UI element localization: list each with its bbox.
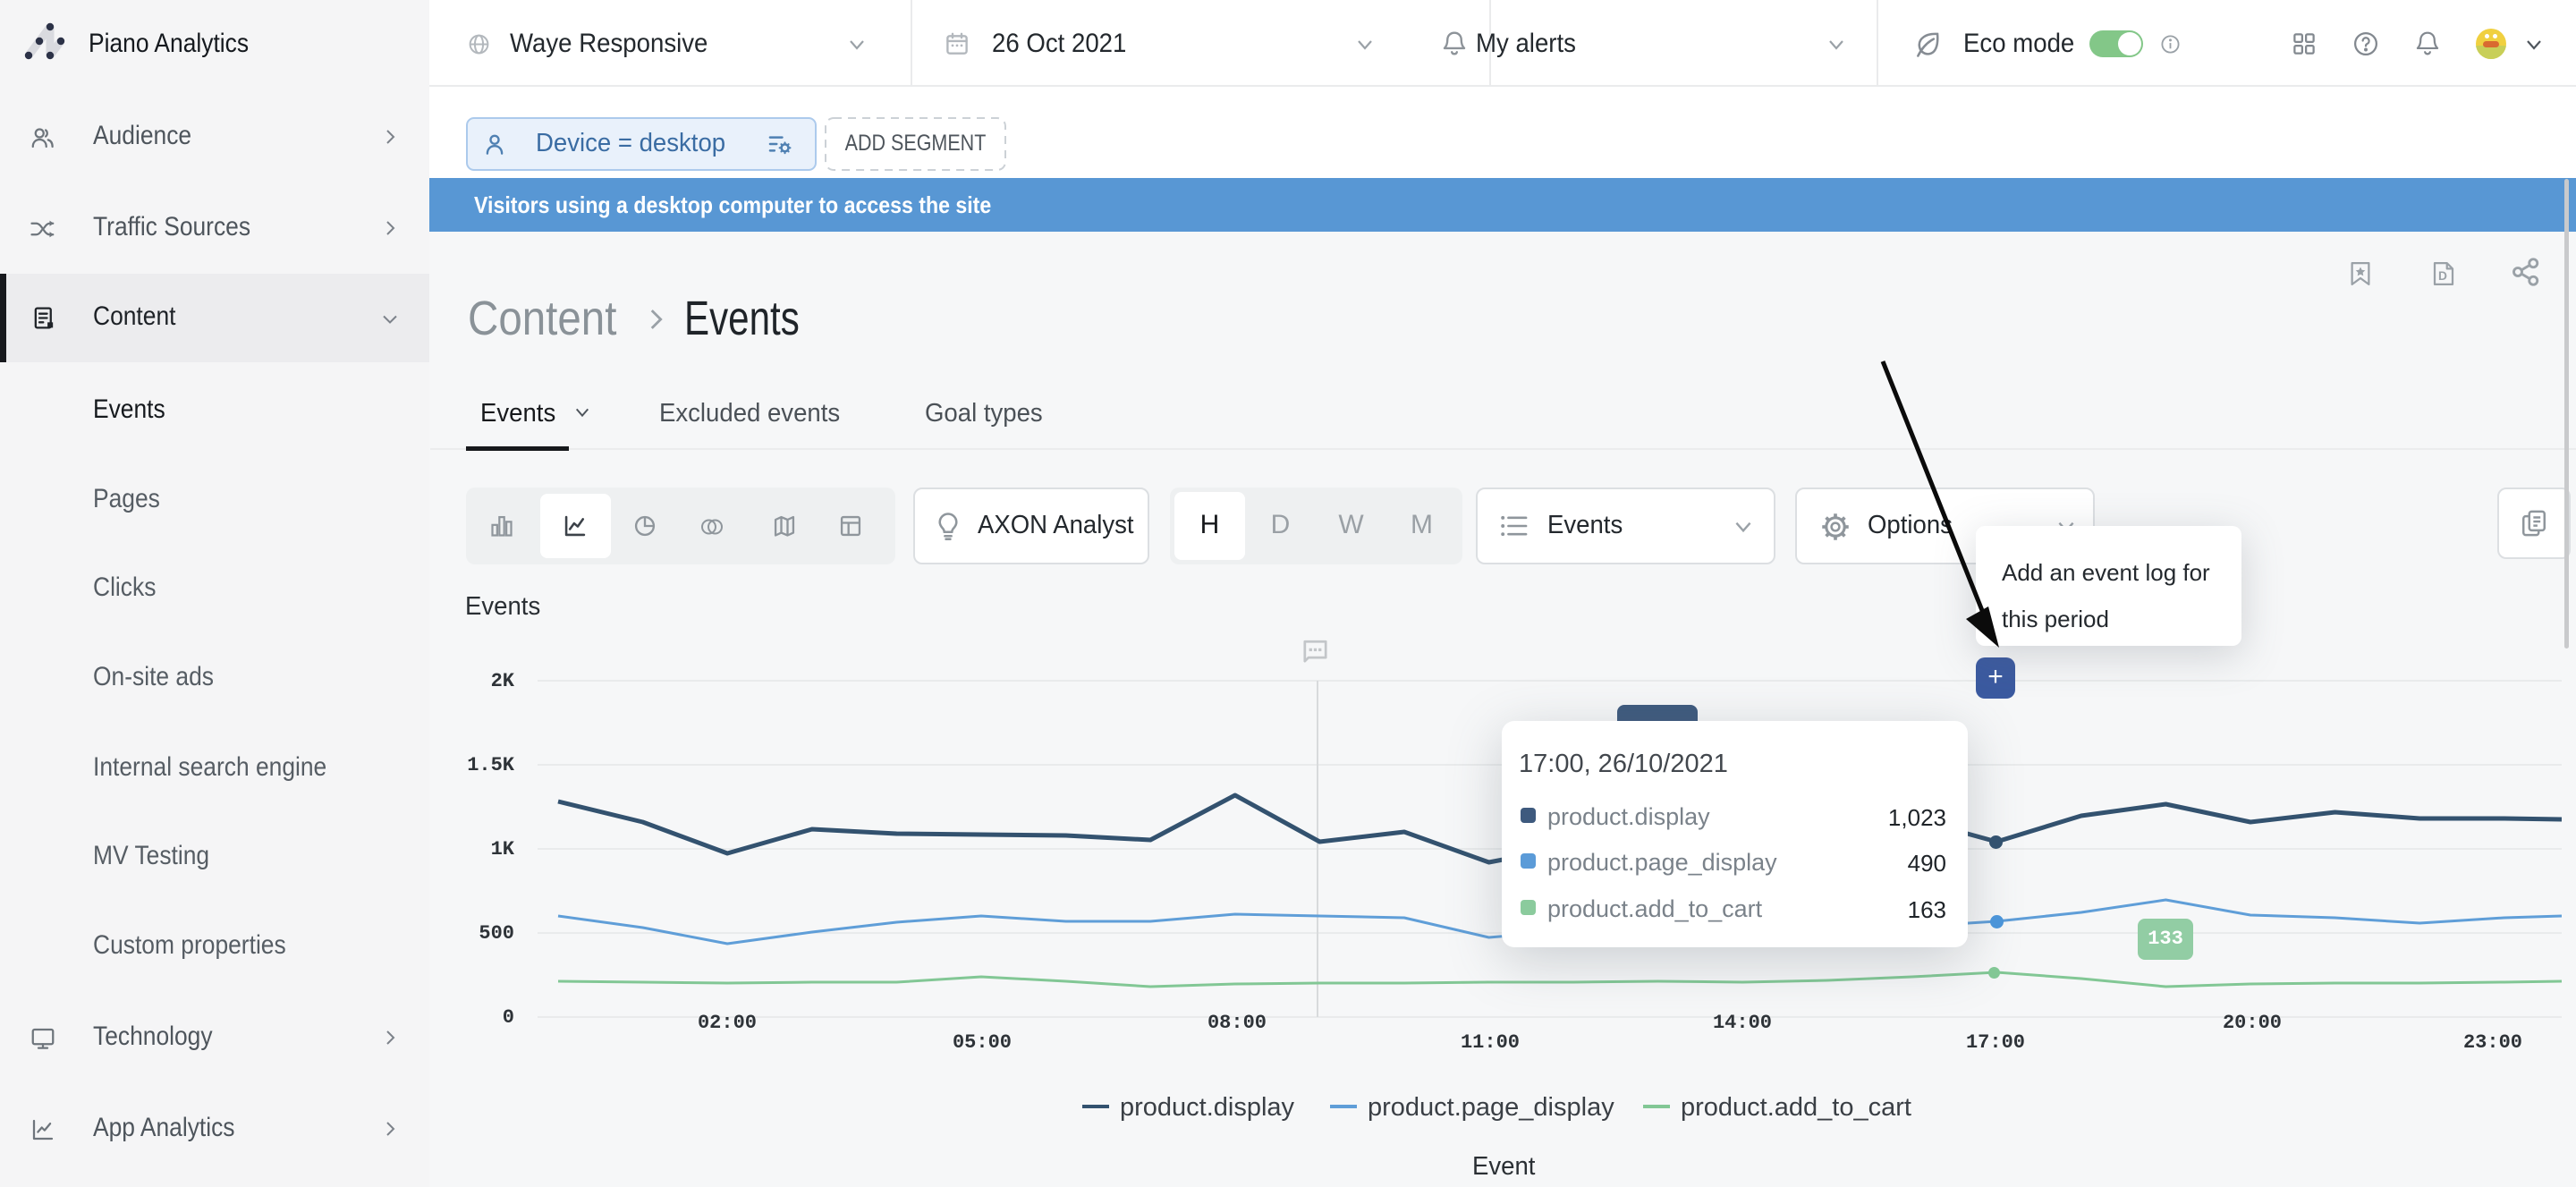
svg-text:D: D (2438, 269, 2447, 283)
